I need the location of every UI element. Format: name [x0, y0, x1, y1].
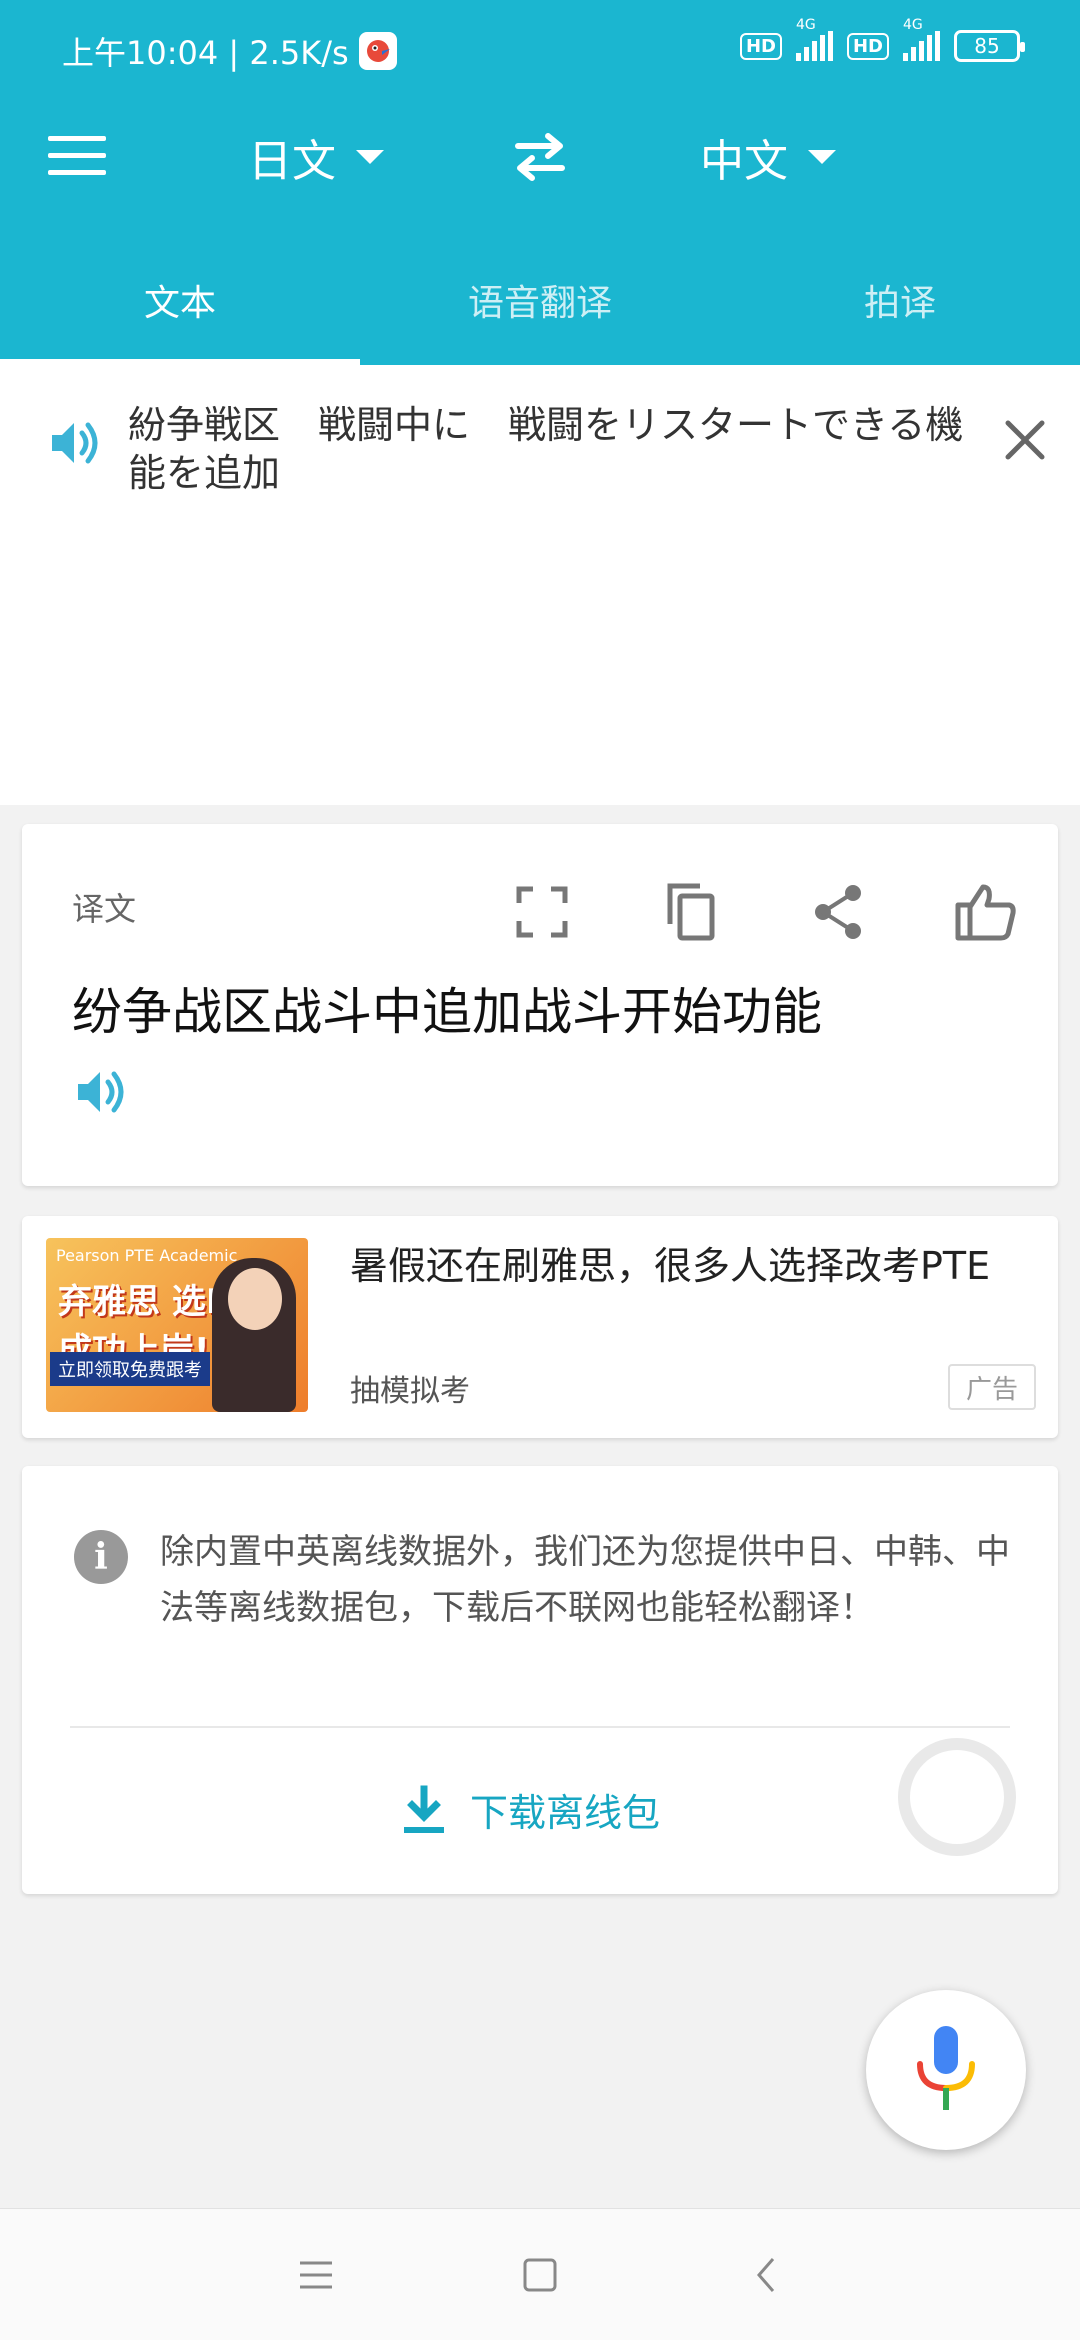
download-label: 下载离线包 — [470, 1791, 661, 1835]
ad-image-subtitle: 立即领取免费跟考 — [50, 1352, 210, 1386]
back-nav-icon[interactable] — [736, 2245, 796, 2305]
toolbar: 日文 中文 — [0, 100, 1080, 220]
network-type-2: 4G — [903, 17, 923, 33]
microphone-icon — [917, 2026, 975, 2110]
status-left: 上午10:04 | 2.5K/s — [62, 28, 397, 74]
download-icon — [404, 1785, 444, 1833]
home-nav-icon[interactable] — [510, 2245, 570, 2305]
close-icon[interactable] — [1000, 415, 1050, 465]
thumbs-up-icon[interactable] — [954, 880, 1018, 944]
ad-image[interactable]: Pearson PTE Academic 弃雅思 选PTE 成功上岸! 立即领取… — [46, 1238, 308, 1412]
target-language-label: 中文 — [700, 136, 788, 187]
translation-text[interactable]: 纷争战区战斗中追加战斗开始功能 — [72, 972, 822, 1044]
chevron-down-icon — [808, 150, 836, 164]
ad-title[interactable]: 暑假还在刷雅思，很多人选择改考PTE — [350, 1240, 1040, 1292]
bird-app-icon — [358, 32, 397, 70]
source-language-label: 日文 — [248, 136, 336, 187]
tab-text[interactable]: 文本 — [0, 262, 360, 365]
translation-actions — [510, 880, 1018, 944]
ad-image-top-text: Pearson PTE Academic — [56, 1246, 238, 1265]
loading-spinner — [898, 1738, 1016, 1856]
ad-model-face — [228, 1268, 282, 1330]
source-input-area[interactable]: 紛争戦区 戦闘中に 戦闘をリスタートできる機能を追加 — [0, 365, 1080, 805]
hd-badge-1: HD — [739, 32, 782, 60]
offline-pack-card: i 除内置中英离线数据外，我们还为您提供中日、中韩、中法等离线数据包，下载后不联… — [22, 1466, 1058, 1894]
system-nav-bar — [0, 2208, 1080, 2340]
mode-tabs: 文本 语音翻译 拍译 — [0, 262, 1080, 365]
tab-voice-translate[interactable]: 语音翻译 — [360, 262, 720, 365]
speaker-icon[interactable] — [72, 1064, 128, 1120]
download-offline-pack-button[interactable]: 下载离线包 — [402, 1782, 660, 1837]
ad-source: 抽模拟考 — [350, 1374, 470, 1409]
hd-badge-2: HD — [846, 32, 889, 60]
chevron-down-icon — [356, 150, 384, 164]
target-language-selector[interactable]: 中文 — [700, 122, 836, 192]
microphone-button[interactable] — [866, 1990, 1026, 2150]
ad-card[interactable]: Pearson PTE Academic 弃雅思 选PTE 成功上岸! 立即领取… — [22, 1216, 1058, 1438]
app-header: 上午10:04 | 2.5K/s HD 4G HD 4G 85 日文 中文 文本… — [0, 0, 1080, 365]
status-right: HD 4G HD 4G 85 — [739, 17, 1025, 62]
tab-label: 语音翻译 — [467, 283, 612, 324]
signal-icon-2: 4G — [903, 17, 940, 61]
translation-card: 译文 纷争战区战斗中追加战斗开始功能 — [22, 824, 1058, 1186]
hamburger-menu-icon[interactable] — [48, 136, 106, 182]
swap-languages-icon[interactable] — [510, 124, 570, 190]
status-bar: 上午10:04 | 2.5K/s HD 4G HD 4G 85 — [0, 0, 1080, 100]
fullscreen-icon[interactable] — [510, 880, 574, 944]
share-icon[interactable] — [806, 880, 870, 944]
battery-icon: 85 — [954, 30, 1025, 62]
ad-badge: 广告 — [948, 1364, 1036, 1410]
menu-nav-icon[interactable] — [286, 2245, 346, 2305]
status-time-speed: 上午10:04 | 2.5K/s — [62, 34, 349, 72]
translation-label: 译文 — [72, 890, 137, 928]
speaker-icon[interactable] — [46, 415, 102, 471]
divider — [70, 1726, 1010, 1728]
source-language-selector[interactable]: 日文 — [248, 122, 384, 192]
offline-info-text: 除内置中英离线数据外，我们还为您提供中日、中韩、中法等离线数据包，下载后不联网也… — [160, 1532, 1010, 1628]
source-text[interactable]: 紛争戦区 戦闘中に 戦闘をリスタートできる機能を追加 — [128, 401, 978, 497]
copy-icon[interactable] — [658, 880, 722, 944]
tab-photo-translate[interactable]: 拍译 — [720, 262, 1080, 365]
tab-label: 文本 — [143, 283, 216, 324]
info-icon: i — [74, 1530, 128, 1584]
signal-icon-1: 4G — [795, 17, 833, 61]
battery-level: 85 — [974, 34, 1000, 58]
tab-label: 拍译 — [863, 283, 936, 324]
network-type-1: 4G — [795, 17, 816, 33]
